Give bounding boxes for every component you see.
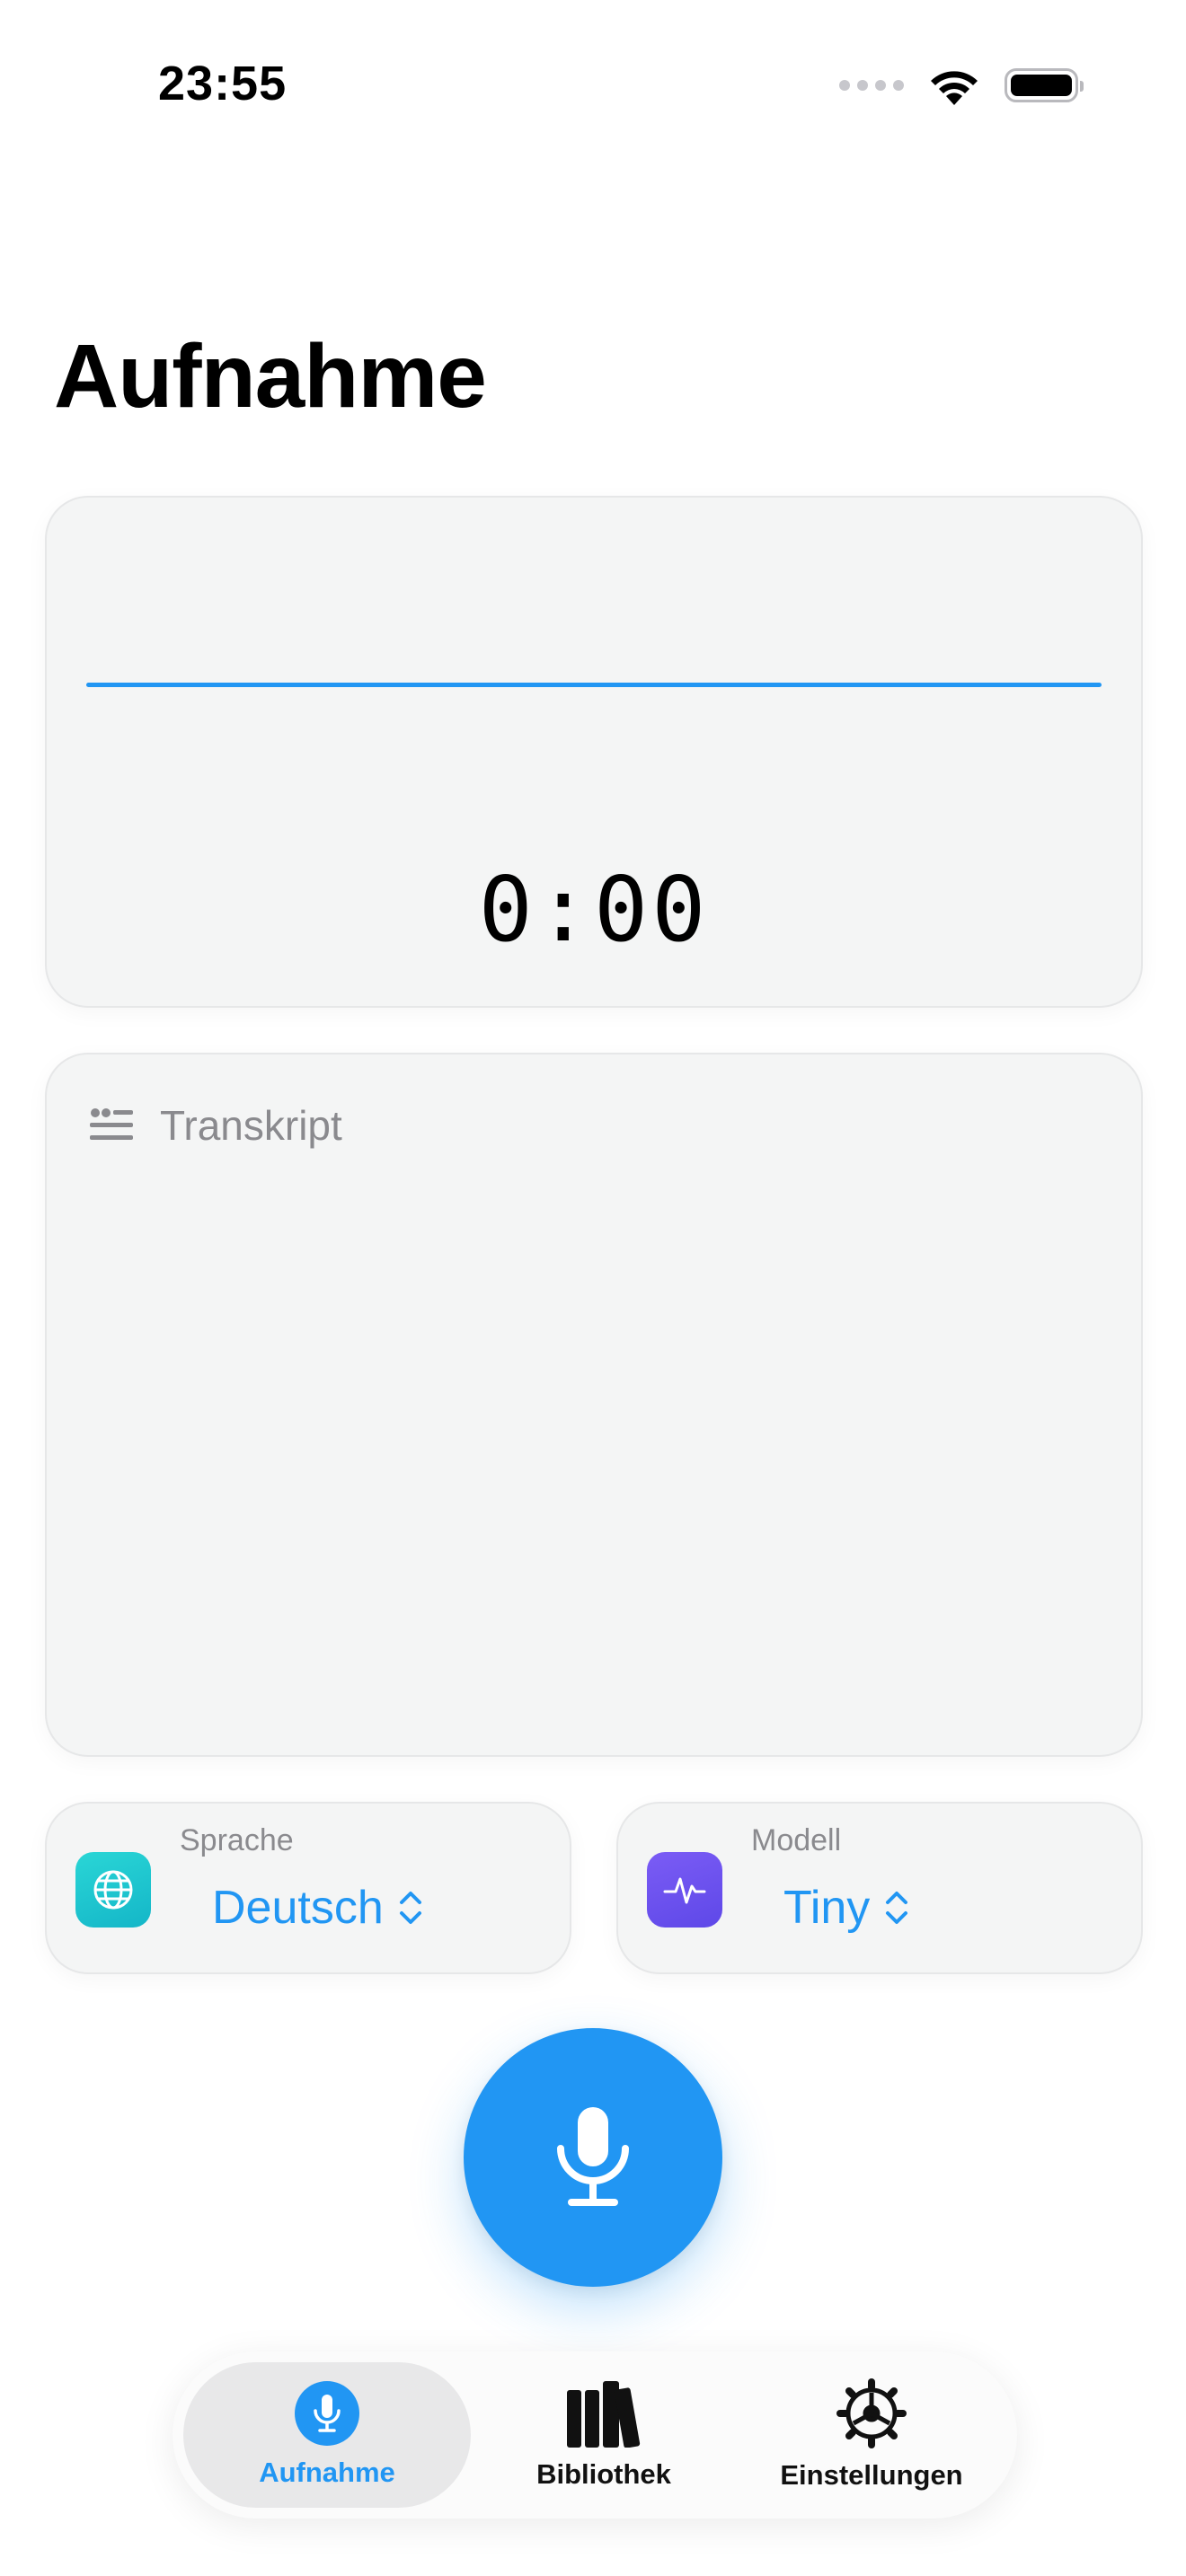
tab-label: Einstellungen	[780, 2459, 963, 2491]
language-value[interactable]: Deutsch	[212, 1881, 423, 1935]
language-value-text: Deutsch	[212, 1882, 384, 1934]
status-icons	[839, 63, 1084, 108]
books-icon	[567, 2381, 641, 2448]
recorder-card: 0:00	[45, 496, 1143, 1008]
tab-aufnahme[interactable]: Aufnahme	[183, 2362, 471, 2508]
model-value-text: Tiny	[783, 1882, 871, 1934]
chevron-up-down-icon	[399, 1892, 421, 1924]
gear-icon	[836, 2378, 907, 2448]
language-picker[interactable]: Sprache Deutsch	[45, 1802, 571, 1974]
tab-label: Aufnahme	[259, 2457, 395, 2488]
cellular-dots-icon	[839, 80, 904, 91]
model-picker[interactable]: Modell Tiny	[616, 1802, 1143, 1974]
microphone-icon	[295, 2381, 359, 2446]
record-button[interactable]	[464, 2028, 722, 2287]
quote-lines-icon	[90, 1107, 133, 1143]
globe-icon	[75, 1852, 151, 1928]
tab-einstellungen[interactable]: Einstellungen	[737, 2362, 1006, 2508]
transcript-label: Transkript	[160, 1102, 342, 1149]
recording-screen: 23:55 Aufnahme 0:00 Transkript Sprache D…	[0, 0, 1186, 2576]
chevron-up-down-icon	[886, 1892, 908, 1924]
waveform-pulse-icon	[647, 1852, 722, 1928]
tab-bar: Aufnahme Bibliothek Einstellungen	[173, 2351, 1017, 2519]
status-time: 23:55	[158, 57, 288, 110]
battery-icon	[1005, 68, 1084, 102]
recording-timer: 0:00	[478, 857, 710, 962]
tab-bibliothek[interactable]: Bibliothek	[469, 2362, 739, 2508]
model-caption: Modell	[751, 1823, 842, 1857]
wifi-icon	[931, 71, 978, 105]
language-caption: Sprache	[180, 1823, 294, 1857]
transcript-header: Transkript	[90, 1101, 342, 1150]
page-title: Aufnahme	[54, 326, 487, 427]
transcript-card[interactable]: Transkript	[45, 1053, 1143, 1757]
microphone-icon	[557, 2107, 629, 2206]
model-value[interactable]: Tiny	[783, 1881, 909, 1935]
waveform-line	[86, 683, 1102, 687]
tab-label: Bibliothek	[536, 2458, 671, 2490]
